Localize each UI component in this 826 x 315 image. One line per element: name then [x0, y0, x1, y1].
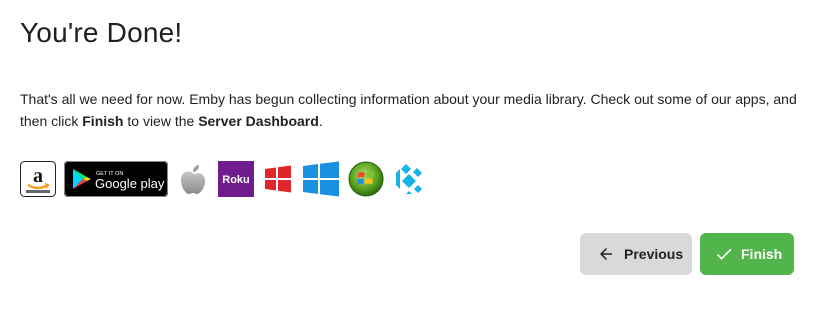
previous-button[interactable]: Previous — [580, 233, 692, 275]
windows-red-icon — [265, 165, 291, 193]
apple-icon — [181, 165, 205, 194]
page-title: You're Done! — [20, 17, 183, 48]
windows-blue-icon — [303, 161, 339, 197]
description-text-2: to view the — [123, 113, 199, 129]
description-text-3: . — [318, 113, 323, 129]
checkmark-icon — [714, 244, 734, 264]
google-play-icon: GET IT ON Google play — [64, 161, 168, 197]
app-link-amazon[interactable]: a — [20, 161, 56, 197]
wizard-finish-page: You're Done! That's all we need for now.… — [0, 0, 826, 315]
roku-label: Roku — [222, 174, 250, 186]
app-link-kodi[interactable] — [392, 161, 426, 197]
finish-button[interactable]: Finish — [700, 233, 794, 275]
google-play-badge-text: Google play — [95, 176, 165, 191]
description-finish-word: Finish — [82, 113, 124, 129]
previous-button-label: Previous — [624, 246, 684, 262]
finish-button-label: Finish — [741, 246, 783, 262]
roku-icon: Roku — [218, 161, 254, 197]
app-link-windows-10[interactable] — [302, 161, 340, 197]
app-links: a GET IT ON Google play Roku — [20, 160, 434, 198]
svg-text:a: a — [33, 165, 43, 187]
app-link-apple[interactable] — [176, 161, 210, 197]
app-link-windows-media-center[interactable] — [348, 161, 384, 197]
app-link-windows-8[interactable] — [262, 161, 294, 197]
app-link-roku[interactable]: Roku — [218, 161, 254, 197]
arrow-left-icon — [596, 244, 616, 264]
page-description: That's all we need for now. Emby has beg… — [20, 88, 810, 132]
amazon-icon: a — [20, 161, 56, 197]
app-link-google-play[interactable]: GET IT ON Google play — [64, 161, 168, 197]
kodi-icon — [396, 164, 422, 194]
wizard-navigation: Previous Finish — [580, 233, 794, 275]
windows-media-center-icon — [348, 161, 384, 197]
description-dashboard-word: Server Dashboard — [198, 113, 319, 129]
